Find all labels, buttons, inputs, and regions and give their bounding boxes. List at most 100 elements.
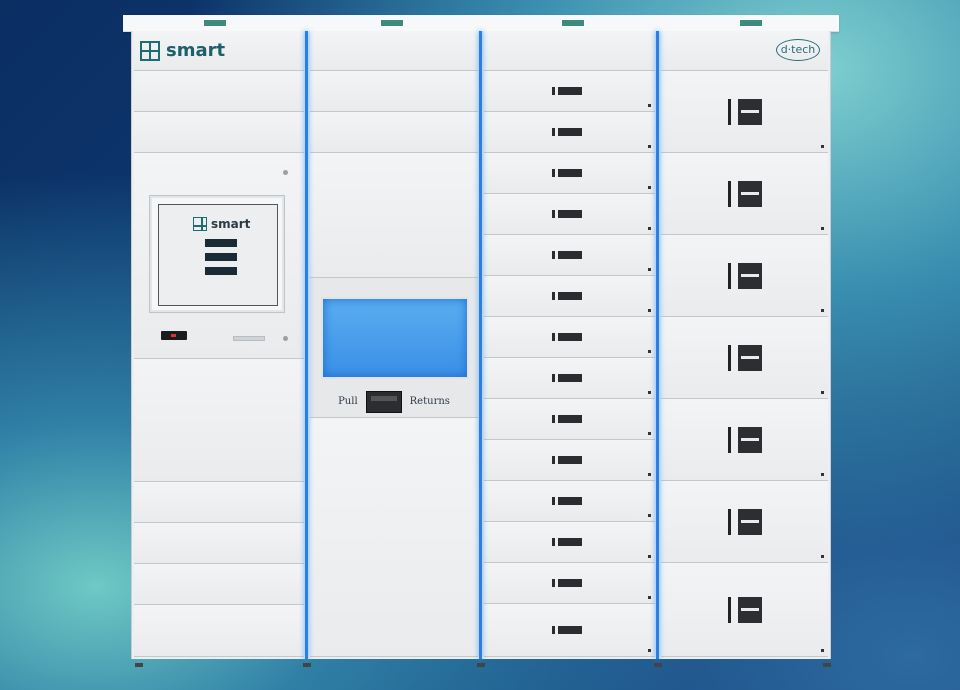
status-led [648, 145, 651, 148]
header-panel: smart [134, 31, 304, 71]
door-handle[interactable] [551, 210, 582, 218]
card-slot[interactable] [233, 336, 265, 341]
header-panel [484, 31, 655, 71]
locker-door[interactable] [134, 71, 304, 112]
locker-door[interactable] [134, 359, 304, 482]
returns-label: Returns [409, 396, 450, 407]
accent-light-strip [479, 31, 482, 659]
locker-door[interactable] [484, 399, 655, 440]
locker-door[interactable] [484, 563, 655, 604]
locker-door[interactable] [484, 112, 655, 153]
foot [654, 663, 662, 667]
status-led [648, 309, 651, 312]
pull-label: Pull [338, 396, 358, 407]
locker-door[interactable] [661, 317, 828, 399]
door-handle[interactable] [551, 333, 582, 341]
door-handle[interactable] [551, 579, 582, 587]
id-tag [561, 19, 585, 27]
status-led [821, 473, 824, 476]
locker-door[interactable] [484, 317, 655, 358]
screen-logo-icon [193, 217, 207, 231]
locker-door[interactable] [484, 604, 655, 657]
locker-door[interactable] [134, 112, 304, 153]
status-led [821, 649, 824, 652]
foot [823, 663, 831, 667]
status-led [648, 391, 651, 394]
screen-button-1[interactable] [205, 239, 237, 247]
status-led [821, 309, 824, 312]
status-led [648, 473, 651, 476]
status-led [821, 555, 824, 558]
locker-door[interactable] [661, 235, 828, 317]
screen-button-2[interactable] [205, 253, 237, 261]
door-handle[interactable] [727, 508, 762, 535]
returns-window [321, 297, 469, 379]
returns-pull-handle[interactable] [365, 390, 402, 413]
returns-overlay: Pull Returns [307, 31, 481, 659]
door-handle[interactable] [551, 128, 582, 136]
locker-door[interactable] [484, 440, 655, 481]
locker-door[interactable] [134, 482, 304, 523]
id-tag [380, 19, 404, 27]
door-handle[interactable] [727, 344, 762, 371]
door-handle[interactable] [551, 456, 582, 464]
screen-button-3[interactable] [205, 267, 237, 275]
foot [135, 663, 143, 667]
locker-door[interactable] [484, 276, 655, 317]
door-handle[interactable] [551, 374, 582, 382]
returns-pull-row: Pull Returns [307, 385, 481, 418]
locker-door[interactable] [661, 481, 828, 563]
locker-door[interactable] [661, 563, 828, 657]
top-rail [123, 15, 839, 32]
door-handle[interactable] [727, 426, 762, 453]
card-reader[interactable] [161, 331, 187, 340]
smart-locker-unit: smart smart Pull Returns d·tech [123, 15, 839, 667]
foot [303, 663, 311, 667]
locker-door[interactable] [484, 153, 655, 194]
door-handle[interactable] [551, 292, 582, 300]
locker-door[interactable] [134, 523, 304, 564]
door-handle[interactable] [551, 169, 582, 177]
foot [477, 663, 485, 667]
door-handle[interactable] [551, 538, 582, 546]
locker-door[interactable] [484, 71, 655, 112]
status-led [648, 432, 651, 435]
status-led [648, 514, 651, 517]
locker-door[interactable] [484, 194, 655, 235]
locker-door[interactable] [484, 522, 655, 563]
lock-knob [283, 170, 288, 175]
door-handle[interactable] [551, 626, 582, 634]
locker-door[interactable] [661, 71, 828, 153]
status-led [648, 649, 651, 652]
lock-knob [283, 336, 288, 341]
status-led [648, 596, 651, 599]
locker-door[interactable] [484, 235, 655, 276]
locker-door[interactable] [134, 605, 304, 657]
touchscreen-bezel: smart [149, 195, 285, 313]
status-led [648, 227, 651, 230]
door-handle[interactable] [727, 98, 762, 125]
small-locker-column [481, 31, 658, 659]
touchscreen[interactable]: smart [158, 204, 278, 306]
door-handle[interactable] [551, 87, 582, 95]
door-handle[interactable] [727, 180, 762, 207]
status-led [648, 555, 651, 558]
locker-door[interactable] [661, 399, 828, 481]
door-handle[interactable] [727, 262, 762, 289]
screen-logo: smart [193, 217, 250, 231]
door-handle[interactable] [551, 415, 582, 423]
kiosk-column: smart [131, 31, 307, 659]
accent-light-strip [305, 31, 308, 659]
locker-door[interactable] [661, 153, 828, 235]
locker-door[interactable] [484, 358, 655, 399]
status-led [648, 350, 651, 353]
dtech-logo: d·tech [776, 39, 820, 61]
header-panel: d·tech [661, 31, 828, 71]
door-handle[interactable] [551, 497, 582, 505]
status-led [648, 104, 651, 107]
door-handle[interactable] [727, 596, 762, 623]
large-locker-column: d·tech [658, 31, 831, 659]
locker-door[interactable] [134, 564, 304, 605]
door-handle[interactable] [551, 251, 582, 259]
locker-door[interactable] [484, 481, 655, 522]
